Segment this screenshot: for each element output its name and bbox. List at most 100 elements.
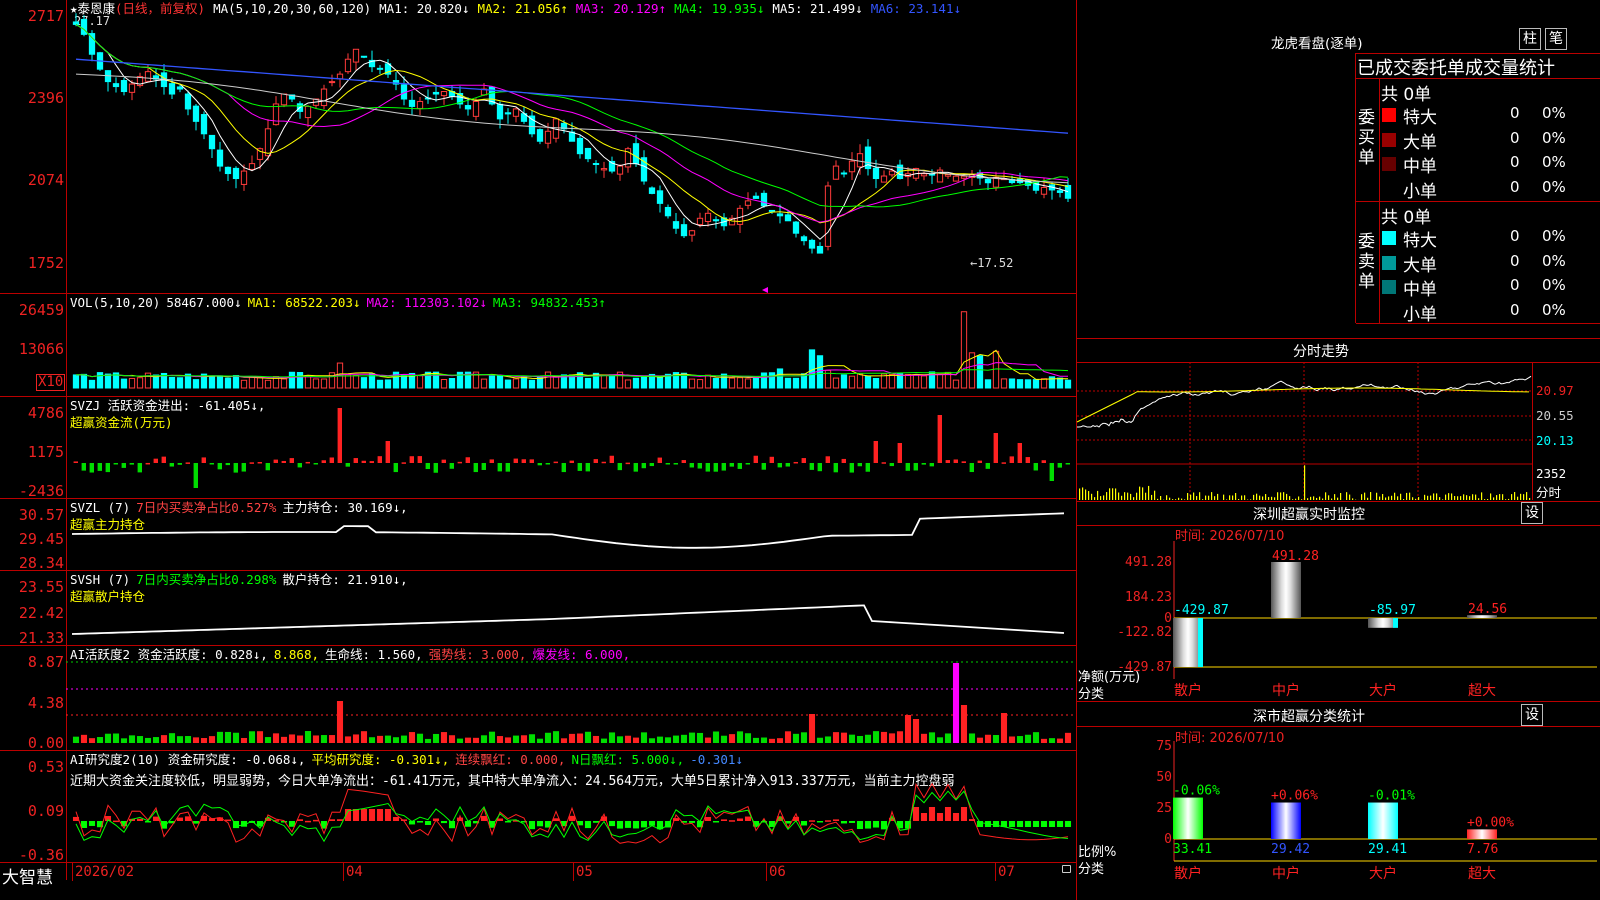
- candlestick-chart[interactable]: [0, 0, 1077, 293]
- intraday-volume-bar: [1139, 486, 1141, 500]
- research-bar: [840, 821, 848, 824]
- volume-bar: [984, 379, 992, 389]
- research-bar: [712, 821, 720, 823]
- sell-order-row: 大单 0 0%: [1380, 251, 1600, 276]
- volume-bar: [600, 374, 608, 389]
- main-chart-area[interactable]: ★泰恩康(日线，前复权) MA(5,10,20,30,60,120) MA1: 20…: [0, 0, 1077, 900]
- intraday-volume-bar: [1328, 495, 1330, 500]
- sell-order-name: 小单: [1403, 304, 1437, 325]
- fund-flow-bar: [665, 463, 670, 465]
- sz-stats-value-label: 33.41: [1173, 842, 1212, 857]
- candle: [336, 73, 344, 80]
- candle: [872, 167, 880, 180]
- candle: [352, 48, 360, 63]
- activity-bar: [192, 737, 200, 743]
- buy-order-row: 特大 0 0%: [1380, 103, 1600, 128]
- fund-flow-bar: [889, 463, 894, 467]
- ai-activity-pane[interactable]: AI活跃度2 资金活跃度: 0.828↓, 8.868, 生命线: 1.560, 强势…: [0, 646, 1077, 751]
- intraday-panel[interactable]: 分时走势 20.97 20.55 20.13 2352 分时: [1076, 338, 1600, 501]
- date-label-4: 06: [769, 864, 786, 880]
- intraday-chart[interactable]: [1076, 362, 1532, 500]
- intraday-volume-bar: [1217, 493, 1219, 500]
- fund-flow-bar: [689, 463, 694, 468]
- fund-flow-bar: [1033, 463, 1038, 471]
- fund-flow-bar: [113, 463, 118, 465]
- sz-stats-change-label: +0.06%: [1271, 789, 1318, 804]
- candle: [88, 33, 96, 55]
- fund-flow-bar: [785, 463, 790, 467]
- bar-mode-button[interactable]: 柱: [1519, 28, 1541, 50]
- sz-monitor-chart[interactable]: 491.28184.230-122.82-429.87-429.87散户491.…: [1077, 501, 1600, 701]
- volume-bar: [768, 372, 776, 389]
- volume-bar: [88, 379, 96, 389]
- candle: [792, 221, 800, 234]
- price-pane[interactable]: ★泰恩康(日线，前复权) MA(5,10,20,30,60,120) MA1: 20…: [0, 0, 1077, 293]
- activity-bar: [320, 735, 328, 743]
- retail-position-line[interactable]: [0, 571, 1077, 645]
- activity-bar: [480, 735, 488, 743]
- activity-bar: [216, 731, 224, 743]
- sell-order-name: 特大: [1403, 231, 1437, 251]
- volume-bar: [528, 379, 536, 389]
- candle: [656, 190, 664, 204]
- activity-bar: [152, 737, 160, 743]
- buy-order-percent: 0%: [1542, 128, 1566, 147]
- main-position-line[interactable]: [0, 499, 1077, 570]
- research-pane[interactable]: AI研究度2(10) 资金研究度: -0.068↓, 平均研究度: -0.301↓…: [0, 751, 1077, 863]
- intraday-volume-bar: [1463, 494, 1465, 500]
- sz-monitor-axis-label: 184.23: [1125, 590, 1172, 605]
- research-bar: [1008, 821, 1016, 827]
- activity-bar: [728, 734, 736, 743]
- intraday-volume-bar: [1088, 491, 1090, 500]
- volume-bar: [952, 379, 960, 389]
- intraday-volume-bar: [1457, 496, 1459, 500]
- volume-bar: [608, 374, 616, 389]
- sz-stats-chart[interactable]: 75 50 25 0 -0.06% 33.41 散户 +0.06% 29.42 中户 -0.01% 2…: [1077, 701, 1600, 900]
- volume-bar: [520, 376, 528, 389]
- activity-bar: [616, 736, 624, 743]
- volume-pane[interactable]: VOL(5,10,20) 58467.000↓ MA1: 68522.203↓ MA2…: [0, 294, 1077, 396]
- activity-bar: [144, 737, 152, 743]
- candle: [856, 153, 864, 168]
- activity-bar: [784, 731, 792, 743]
- sz-stats-category: 超大: [1468, 866, 1496, 882]
- stroke-mode-button[interactable]: 笔: [1545, 28, 1567, 50]
- sz-stats-value-label: 29.42: [1271, 842, 1310, 857]
- fund-flow-bar: [729, 463, 734, 467]
- sell-order-percent: 0%: [1542, 227, 1566, 245]
- sz-monitor-axis-label: 491.28: [1125, 555, 1172, 570]
- fund-flow-bar: [593, 459, 598, 463]
- intraday-volume-bar: [1094, 497, 1096, 500]
- intraday-volume-bar: [1136, 492, 1138, 500]
- volume-bar: [656, 375, 664, 389]
- sz-monitor-category: 大户: [1369, 682, 1397, 699]
- fund-flow-bar: [425, 463, 430, 470]
- activity-bars[interactable]: [0, 646, 1077, 750]
- fund-flow-bar: [137, 463, 142, 473]
- fund-flow-bar: [793, 461, 798, 464]
- activity-bar: [1064, 732, 1072, 743]
- svzj-pane[interactable]: SVZJ 活跃资金进出: -61.405↓, 超赢资金流(万元) 4786 11…: [0, 397, 1077, 499]
- volume-bar: [96, 372, 104, 389]
- intraday-volume-bar: [1334, 494, 1336, 500]
- research-chart[interactable]: [0, 751, 1077, 862]
- volume-bar: [552, 375, 560, 389]
- activity-bar: [440, 732, 448, 743]
- activity-bar: [888, 733, 896, 743]
- fund-flow-bar: [377, 456, 382, 463]
- research-bar: [136, 818, 144, 821]
- fund-flow-bars[interactable]: [0, 397, 1077, 498]
- fund-flow-bar: [353, 458, 358, 463]
- fund-flow-bar: [161, 456, 166, 463]
- volume-bar: [416, 374, 424, 389]
- intraday-volume-bar: [1202, 499, 1204, 500]
- fund-flow-bar: [977, 460, 982, 463]
- svzl-pane[interactable]: SVZL (7) 7日内买卖净占比0.527% 主力持仓: 30.169↓, 超赢主…: [0, 499, 1077, 571]
- research-bar: [1048, 821, 1056, 827]
- svsh-pane[interactable]: SVSH (7) 7日内买卖净占比0.298% 散户持仓: 21.910↓, 超赢散…: [0, 571, 1077, 646]
- volume-bar: [576, 372, 584, 389]
- lock-icon[interactable]: [1062, 865, 1071, 873]
- volume-bars[interactable]: [0, 294, 1077, 396]
- fund-flow-bar: [1065, 463, 1070, 465]
- fund-flow-bar: [321, 460, 326, 463]
